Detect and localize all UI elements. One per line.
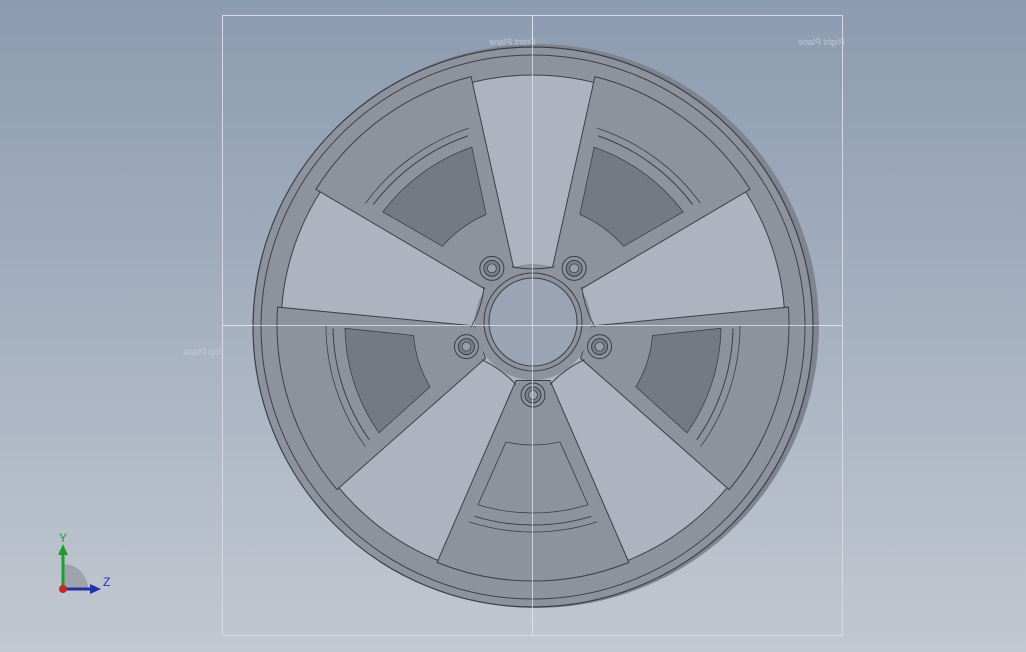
bolt-hole-inner bbox=[461, 341, 472, 352]
bolt-hole-inner bbox=[569, 263, 580, 274]
triad-z-arrow bbox=[90, 584, 101, 594]
triad-y-arrow bbox=[58, 544, 68, 555]
triad-z-label: Z bbox=[103, 575, 111, 589]
front-plane-label[interactable]: Front Plane bbox=[489, 37, 536, 47]
bolt-hole-inner bbox=[594, 341, 605, 352]
right-plane-label[interactable]: Right Plane bbox=[798, 37, 845, 47]
bolt-hole-inner bbox=[486, 263, 497, 274]
triad-y-label: Y bbox=[59, 531, 68, 545]
triad-quadrant bbox=[63, 564, 88, 589]
triad-x-axis-dot bbox=[59, 585, 67, 593]
wheel-model[interactable] bbox=[0, 0, 1026, 652]
coordinate-triad bbox=[58, 544, 101, 594]
top-plane-label[interactable]: Top Plane bbox=[183, 347, 223, 357]
graphics-viewport[interactable]: Front Plane Right Plane Top Plane Y Z bbox=[0, 0, 1026, 652]
